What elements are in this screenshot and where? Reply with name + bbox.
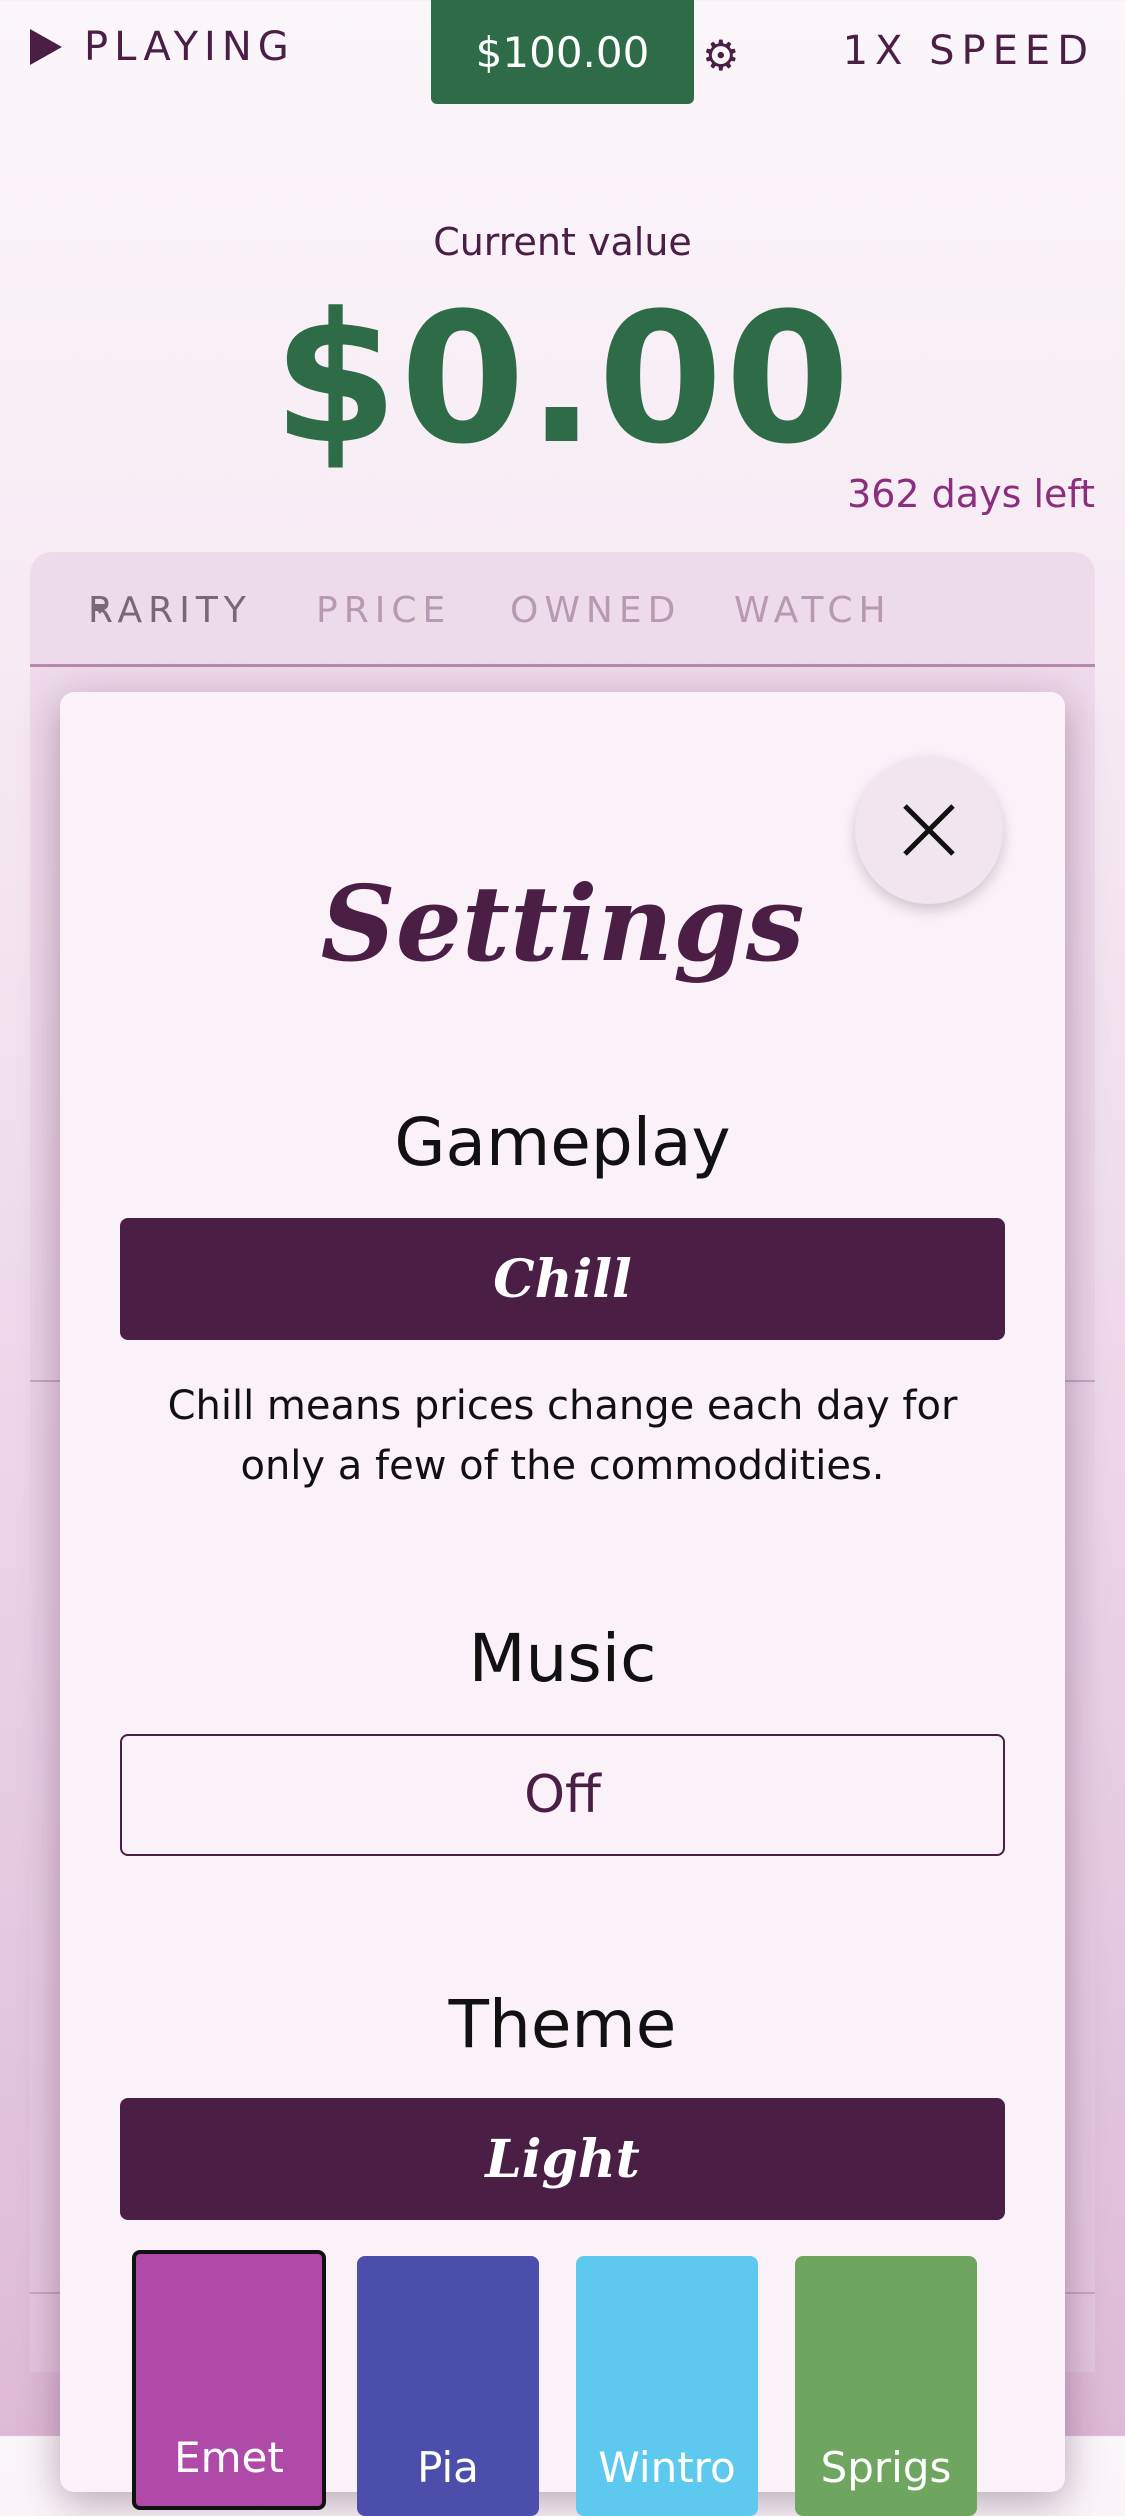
theme-swatch-wintro[interactable]: Wintro bbox=[576, 2256, 758, 2516]
current-value: $0.00 bbox=[272, 275, 853, 484]
days-left: 362 days left bbox=[847, 472, 1095, 516]
tab-owned[interactable]: OWNED bbox=[510, 590, 681, 631]
balance-button[interactable]: $100.00 bbox=[431, 0, 694, 104]
modal-title: Settings bbox=[320, 862, 805, 985]
music-toggle-button[interactable]: Off bbox=[120, 1734, 1005, 1856]
tab-rarity[interactable]: RARITY bbox=[88, 590, 252, 631]
speed-toggle[interactable]: 1X SPEED bbox=[843, 28, 1095, 74]
theme-mode-button[interactable]: Light bbox=[120, 2098, 1005, 2220]
close-icon bbox=[903, 804, 955, 856]
theme-swatch-pia[interactable]: Pia bbox=[357, 2256, 539, 2516]
top-bar: PLAYING $100.00 ⚙ 1X SPEED bbox=[0, 0, 1125, 110]
theme-title: Theme bbox=[448, 1986, 677, 2063]
tab-price[interactable]: PRICE bbox=[316, 590, 451, 631]
gear-icon[interactable]: ⚙ bbox=[702, 35, 742, 77]
settings-modal: Settings Gameplay Chill Chill means pric… bbox=[60, 692, 1065, 2516]
current-value-label: Current value bbox=[433, 220, 692, 264]
theme-swatch-sprigs[interactable]: Sprigs bbox=[795, 2256, 977, 2516]
playing-label: PLAYING bbox=[84, 24, 295, 70]
play-icon bbox=[30, 29, 62, 65]
gameplay-mode-button[interactable]: Chill bbox=[120, 1218, 1005, 1340]
play-toggle[interactable]: PLAYING bbox=[30, 24, 295, 70]
tab-watch[interactable]: WATCH bbox=[734, 590, 892, 631]
gameplay-description: Chill means prices change each day for o… bbox=[167, 1383, 958, 1489]
music-title: Music bbox=[468, 1620, 657, 1697]
theme-swatch-emet[interactable]: Emet bbox=[132, 2250, 326, 2510]
sort-tabs: RARITY PRICE OWNED WATCH bbox=[30, 552, 1095, 667]
gameplay-title: Gameplay bbox=[394, 1104, 731, 1181]
